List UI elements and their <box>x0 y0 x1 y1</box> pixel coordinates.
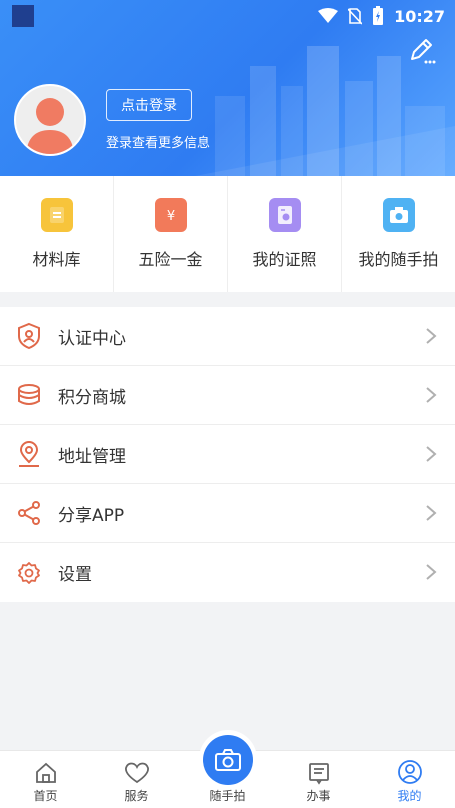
camera-icon <box>215 749 241 771</box>
quick-item-label: 我的随手拍 <box>358 250 439 269</box>
coins-icon <box>14 380 44 410</box>
nav-mine[interactable]: 我的 <box>364 751 455 808</box>
menu-item-share[interactable]: 分享APP <box>0 484 455 543</box>
chevron-right-icon <box>426 446 437 462</box>
wifi-icon <box>318 8 339 23</box>
snapshot-camera-button[interactable] <box>203 735 253 785</box>
profile-header: 10:27 点击登录 登录查看更多信息 <box>0 0 455 176</box>
chevron-right-icon <box>426 505 437 521</box>
location-icon <box>14 439 44 469</box>
edit-icon[interactable] <box>407 36 437 66</box>
nav-label: 服务 <box>124 789 149 803</box>
menu-item-certification[interactable]: 认证中心 <box>0 307 455 366</box>
nav-services[interactable]: 服务 <box>91 751 182 808</box>
svg-text:¥: ¥ <box>166 209 174 224</box>
nav-home[interactable]: 首页 <box>0 751 91 808</box>
wallet-icon: ¥ <box>154 198 187 232</box>
menu-item-label: 积分商城 <box>58 387 126 408</box>
battery-charging-icon <box>373 6 384 25</box>
nav-label: 随手拍 <box>209 789 246 803</box>
default-user-icon <box>26 98 74 154</box>
nav-label: 首页 <box>33 789 58 803</box>
login-hint: 登录查看更多信息 <box>106 136 211 151</box>
settings-menu: 认证中心 积分商城 地址管理 分享APP 设置 <box>0 307 455 602</box>
quick-item-licenses[interactable]: 我的证照 <box>228 176 342 292</box>
quick-item-label: 材料库 <box>32 250 81 269</box>
menu-item-points-mall[interactable]: 积分商城 <box>0 366 455 425</box>
quick-item-materials[interactable]: 材料库 <box>0 176 114 292</box>
document-icon <box>40 198 73 232</box>
chevron-right-icon <box>426 387 437 403</box>
avatar[interactable] <box>14 84 86 156</box>
quick-item-my-photos[interactable]: 我的随手拍 <box>342 176 455 292</box>
quick-item-insurance[interactable]: ¥ 五险一金 <box>114 176 228 292</box>
menu-item-address[interactable]: 地址管理 <box>0 425 455 484</box>
license-icon <box>268 198 301 232</box>
menu-item-label: 分享APP <box>58 505 125 526</box>
nav-affairs[interactable]: 办事 <box>273 751 364 808</box>
chevron-right-icon <box>426 564 437 580</box>
quick-access-grid: 材料库 ¥ 五险一金 我的证照 我的随手拍 <box>0 176 455 292</box>
status-bar: 10:27 <box>0 0 455 32</box>
shield-user-icon <box>14 321 44 351</box>
share-icon <box>14 498 44 528</box>
gear-icon <box>14 558 44 588</box>
no-sim-icon <box>348 8 363 25</box>
nav-label: 办事 <box>306 789 331 803</box>
menu-item-settings[interactable]: 设置 <box>0 543 455 602</box>
chevron-right-icon <box>426 328 437 344</box>
user-icon <box>397 760 422 784</box>
login-button[interactable]: 点击登录 <box>106 89 192 121</box>
task-icon <box>308 763 329 785</box>
menu-item-label: 认证中心 <box>58 328 126 349</box>
home-icon <box>35 762 56 783</box>
camera-icon <box>382 198 415 232</box>
clock: 10:27 <box>394 6 445 26</box>
quick-item-label: 我的证照 <box>252 250 317 269</box>
quick-item-label: 五险一金 <box>138 250 203 269</box>
app-notification-icon <box>12 5 34 27</box>
menu-item-label: 地址管理 <box>58 446 126 467</box>
nav-label: 我的 <box>397 789 422 803</box>
heart-icon <box>124 762 149 784</box>
menu-item-label: 设置 <box>58 565 92 585</box>
